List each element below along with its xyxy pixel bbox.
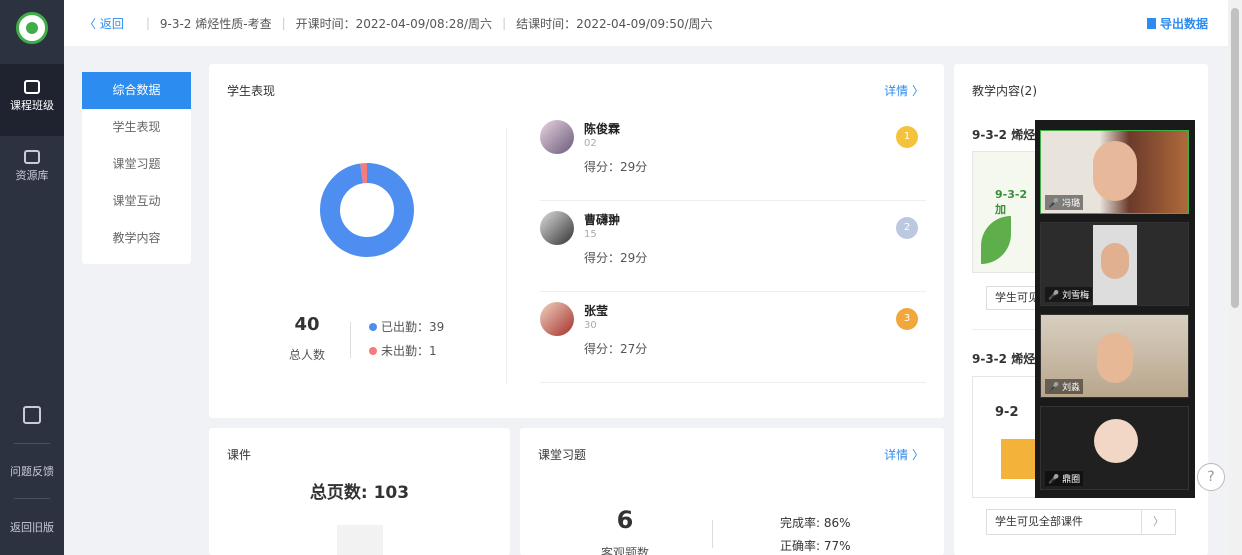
courseware-item-title: 9-3-2 烯烃	[972, 352, 1036, 366]
objective-count: 6	[616, 506, 634, 534]
avatar	[540, 211, 574, 245]
page-thumbnail	[337, 525, 383, 555]
microphone-icon: 🎤	[1048, 383, 1060, 393]
video-tile[interactable]: 🎤 鼎圈	[1040, 406, 1189, 490]
course-name: 9-3-2 烯烃性质-考查	[159, 16, 272, 31]
video-tile[interactable]: 🎤 冯璐	[1040, 130, 1189, 214]
microphone-icon: 🎤	[1048, 291, 1060, 301]
gold-medal-icon: 1	[896, 126, 918, 148]
chevron-right-icon[interactable]: 〉	[1141, 510, 1175, 534]
divider	[14, 498, 50, 499]
video-tile[interactable]: 🎤 刘淼	[1040, 314, 1189, 398]
student-visible-button[interactable]: 学生可见	[986, 286, 1041, 310]
card-title: 学生表现	[227, 84, 276, 98]
donut-present-segment	[320, 163, 414, 257]
ranking-row[interactable]: 张莹 30 得分：27分 3	[540, 292, 926, 383]
microphone-icon: 🎤	[1048, 199, 1060, 209]
total-pages: 总页数: 103	[309, 483, 410, 503]
exercise-card: 课堂习题 详情 〉 6 客观题数 完成率: 86% 正确率: 77%	[520, 428, 944, 555]
library-icon	[24, 150, 40, 164]
subnav-exercises[interactable]: 课堂习题	[82, 146, 191, 183]
participant-face	[1093, 141, 1137, 201]
export-data-button[interactable]: 导出数据	[1146, 15, 1208, 32]
total-label: 总人数	[288, 348, 325, 362]
leaf-icon	[981, 216, 1011, 264]
video-panel: 🎤 冯璐 🎤 刘雪梅 🎤 刘淼 🎤 鼎圈	[1035, 120, 1195, 498]
sidebar-item-classes[interactable]: 课程班级	[0, 64, 64, 136]
silver-medal-icon: 2	[896, 217, 918, 239]
participant-face	[1097, 333, 1133, 383]
courseware-card: 课件 总页数: 103	[209, 428, 510, 555]
completion-rate: 完成率: 86%	[780, 516, 851, 530]
objective-count-label: 客观题数	[600, 546, 649, 555]
sidebar-item-resources[interactable]: 资源库	[0, 150, 64, 200]
present-legend: 已出勤：39	[369, 318, 444, 335]
subnav-interaction[interactable]: 课堂互动	[82, 183, 191, 220]
avatar	[540, 120, 574, 154]
absent-legend: 未出勤：1	[369, 342, 437, 359]
sidebar: 课程班级 资源库 问题反馈 返回旧版	[0, 0, 64, 555]
scrollbar[interactable]	[1228, 0, 1242, 555]
avatar	[540, 302, 574, 336]
divider	[14, 443, 50, 444]
sidebar-item-old-version[interactable]: 返回旧版	[0, 519, 64, 535]
class-icon	[24, 80, 40, 94]
subnav-content[interactable]: 教学内容	[82, 220, 191, 257]
help-icon[interactable]: ?	[1197, 463, 1225, 491]
courseware-thumbnail[interactable]: 9-3-2 加	[972, 151, 1036, 273]
logo-icon	[16, 12, 48, 44]
top-bar: 〈 返回 | 9-3-2 烯烃性质-考查 | 开课时间：2022-04-09/0…	[64, 0, 1228, 46]
sub-navigation: 综合数据 学生表现 课堂习题 课堂互动 教学内容	[82, 72, 191, 264]
accuracy-rate: 正确率: 77%	[780, 539, 851, 553]
start-time: 开课时间：2022-04-09/08:28/周六	[295, 16, 493, 31]
student-visible-all-button[interactable]: 学生可见全部课件 〉	[986, 509, 1176, 535]
courseware-item-title: 9-3-2 烯烃	[972, 128, 1036, 142]
attendance-donut-chart	[320, 163, 414, 257]
courseware-thumbnail[interactable]: 9-2	[972, 376, 1036, 498]
total-count: 40	[294, 314, 320, 335]
sidebar-item-feedback[interactable]: 问题反馈	[0, 463, 64, 479]
participant-face	[1101, 243, 1129, 279]
scrollbar-thumb[interactable]	[1231, 8, 1239, 308]
end-time: 结课时间：2022-04-09/09:50/周六	[516, 16, 713, 31]
export-icon	[1146, 17, 1156, 29]
exercise-detail-link[interactable]: 详情 〉	[884, 446, 924, 463]
download-icon	[23, 406, 41, 424]
ranking-row[interactable]: 曹礴翀 15 得分：29分 2	[540, 201, 926, 292]
performance-detail-link[interactable]: 详情 〉	[884, 82, 924, 99]
bronze-medal-icon: 3	[896, 308, 918, 330]
muted-microphone-icon: 🎤	[1048, 475, 1060, 485]
video-tile[interactable]: 🎤 刘雪梅	[1040, 222, 1189, 306]
back-link[interactable]: 〈 返回	[84, 15, 124, 32]
subnav-performance[interactable]: 学生表现	[82, 109, 191, 146]
ranking-row[interactable]: 陈俊霖 02 得分：29分 1	[540, 110, 926, 201]
avatar	[1094, 419, 1138, 463]
subnav-overview[interactable]: 综合数据	[82, 72, 191, 109]
download-icon-button[interactable]	[0, 406, 64, 436]
